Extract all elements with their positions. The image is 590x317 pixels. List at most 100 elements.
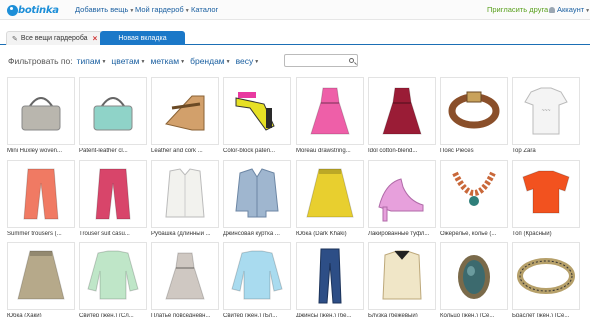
wardrobe-item-card[interactable]: Moreau drawstring...: [296, 77, 364, 154]
item-thumbnail[interactable]: [368, 160, 436, 228]
svg-text:~~~: ~~~: [542, 108, 551, 114]
t-shirt-icon: ~~~: [524, 87, 568, 135]
item-thumbnail[interactable]: [512, 160, 580, 228]
item-thumbnail[interactable]: [296, 242, 364, 310]
item-thumbnail[interactable]: [223, 160, 291, 228]
wardrobe-item-card[interactable]: Leather and cork ...: [151, 77, 219, 154]
account-menu[interactable]: Аккаунт▼: [549, 5, 590, 14]
item-caption[interactable]: Moreau drawstring...: [296, 148, 364, 154]
item-thumbnail[interactable]: ~~~: [512, 77, 580, 145]
item-thumbnail[interactable]: [7, 77, 75, 145]
sweater-icon: [87, 250, 139, 300]
item-thumbnail[interactable]: [440, 77, 508, 145]
item-thumbnail[interactable]: [79, 160, 147, 228]
wardrobe-item-card[interactable]: Топ (Красный): [512, 160, 580, 237]
item-caption[interactable]: Кольцо (жен.) (Се...: [440, 313, 508, 317]
wardrobe-item-card[interactable]: Браслет (жен.) (Се...: [512, 242, 580, 317]
item-thumbnail[interactable]: [368, 77, 436, 145]
item-thumbnail[interactable]: [296, 77, 364, 145]
my-wardrobe-menu[interactable]: Мой гардероб▼: [135, 5, 190, 14]
platform-heel-icon: [235, 92, 275, 131]
item-thumbnail[interactable]: [151, 242, 219, 310]
wardrobe-item-card[interactable]: Платье повседневн...: [151, 242, 219, 317]
item-thumbnail[interactable]: [151, 77, 219, 145]
item-caption[interactable]: Платье повседневн...: [151, 313, 219, 317]
item-caption[interactable]: Trouser suit casu...: [79, 231, 147, 237]
tab-all-items[interactable]: ✎ Все вещи гардероба ×: [6, 31, 104, 45]
item-caption[interactable]: Mini Huxley woven...: [7, 148, 75, 154]
item-caption[interactable]: Лакированные туфл...: [368, 231, 436, 237]
pencil-icon[interactable]: ✎: [12, 35, 18, 43]
chevron-down-icon: ▼: [140, 59, 146, 65]
item-caption[interactable]: Ожерелье, колье (...: [440, 231, 508, 237]
item-thumbnail[interactable]: [512, 242, 580, 310]
filter-by-type[interactable]: типам▼: [77, 56, 107, 66]
item-thumbnail[interactable]: [440, 160, 508, 228]
wardrobe-item-card[interactable]: Ожерелье, колье (...: [440, 160, 508, 237]
item-caption[interactable]: Leather and cork ...: [151, 148, 219, 154]
add-items-menu[interactable]: Добавить вещь▼: [75, 5, 134, 14]
item-caption[interactable]: Юбка (Dark Khaki): [296, 231, 364, 237]
wardrobe-item-card[interactable]: Блузка (бежевый): [368, 242, 436, 317]
item-caption[interactable]: Color-block paten...: [223, 148, 291, 154]
item-caption[interactable]: Браслет (жен.) (Се...: [512, 313, 580, 317]
wardrobe-item-card[interactable]: Idol cotton-blend...: [368, 77, 436, 154]
wardrobe-item-card[interactable]: Patent-leather cl...: [79, 77, 147, 154]
item-thumbnail[interactable]: [440, 242, 508, 310]
logo[interactable]: botinka: [7, 1, 59, 19]
item-caption[interactable]: Рубашка (длинный ...: [151, 231, 219, 237]
ring-icon: [458, 255, 490, 299]
wardrobe-item-card[interactable]: Юбка (Хаки): [7, 242, 75, 317]
item-thumbnail[interactable]: [7, 160, 75, 228]
filter-by-tag[interactable]: меткам▼: [150, 56, 185, 66]
item-caption[interactable]: Пояс Pieces: [440, 148, 508, 154]
wardrobe-item-card[interactable]: Кольцо (жен.) (Се...: [440, 242, 508, 317]
wardrobe-item-card[interactable]: Color-block paten...: [223, 77, 291, 154]
item-caption[interactable]: Свитер (жен.) (Сл...: [79, 313, 147, 317]
item-caption[interactable]: Summer trousers (...: [7, 231, 75, 237]
wardrobe-item-card[interactable]: Mini Huxley woven...: [7, 77, 75, 154]
invite-friend-link[interactable]: Пригласить друга: [487, 5, 548, 14]
item-thumbnail[interactable]: [7, 242, 75, 310]
wardrobe-item-card[interactable]: Джинсы (жен.) (бе...: [296, 242, 364, 317]
item-caption[interactable]: Idol cotton-blend...: [368, 148, 436, 154]
sweater-icon: [231, 250, 283, 300]
filter-by-brand[interactable]: брендам▼: [190, 56, 231, 66]
necklace-icon: [452, 171, 496, 206]
wardrobe-item-card[interactable]: Свитер (жен.) (Сл...: [79, 242, 147, 317]
belt-icon: [448, 91, 500, 129]
wardrobe-item-card[interactable]: Trouser suit casu...: [79, 160, 147, 237]
item-caption[interactable]: Свитер (жен.) (Бл...: [223, 313, 291, 317]
item-thumbnail[interactable]: [151, 160, 219, 228]
wardrobe-item-card[interactable]: Юбка (Dark Khaki): [296, 160, 364, 237]
filter-by-weight[interactable]: весу▼: [236, 56, 260, 66]
item-caption[interactable]: Джинсы (жен.) (бе...: [296, 313, 364, 317]
tab-new[interactable]: Новая вкладка: [100, 31, 185, 45]
wardrobe-item-card[interactable]: Джинсовая куртка ...: [223, 160, 291, 237]
close-icon[interactable]: ×: [93, 34, 98, 43]
item-thumbnail[interactable]: [79, 242, 147, 310]
wardrobe-item-card[interactable]: ~~~ Top Zara: [512, 77, 580, 154]
item-thumbnail[interactable]: [79, 77, 147, 145]
wardrobe-item-card[interactable]: Лакированные туфл...: [368, 160, 436, 237]
item-caption[interactable]: Top Zara: [512, 148, 580, 154]
search-icon[interactable]: [349, 58, 354, 63]
item-caption[interactable]: Patent-leather cl...: [79, 148, 147, 154]
item-caption[interactable]: Топ (Красный): [512, 231, 580, 237]
item-thumbnail[interactable]: [296, 160, 364, 228]
filter-by-color[interactable]: цветам▼: [111, 56, 145, 66]
wardrobe-item-card[interactable]: Summer trousers (...: [7, 160, 75, 237]
catalog-link[interactable]: Каталог: [191, 5, 218, 14]
high-heel-icon: [378, 178, 424, 222]
wardrobe-item-card[interactable]: Рубашка (длинный ...: [151, 160, 219, 237]
item-caption[interactable]: Блузка (бежевый): [368, 313, 436, 317]
search-input[interactable]: [284, 54, 358, 67]
item-caption[interactable]: Юбка (Хаки): [7, 313, 75, 317]
logo-text: botinka: [18, 4, 59, 16]
wardrobe-item-card[interactable]: Пояс Pieces: [440, 77, 508, 154]
wardrobe-item-card[interactable]: Свитер (жен.) (Бл...: [223, 242, 291, 317]
item-caption[interactable]: Джинсовая куртка ...: [223, 231, 291, 237]
item-thumbnail[interactable]: [368, 242, 436, 310]
item-thumbnail[interactable]: [223, 242, 291, 310]
item-thumbnail[interactable]: [223, 77, 291, 145]
